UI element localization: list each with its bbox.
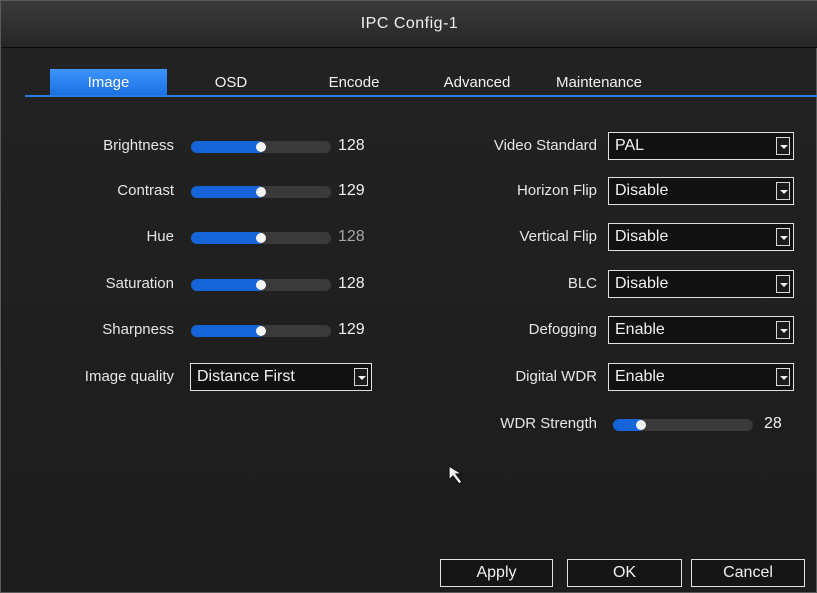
hue-slider[interactable] [191,232,331,244]
horizon-flip-value: Disable [615,182,669,199]
title-bar: IPC Config-1 [1,1,817,48]
blc-value: Disable [615,275,669,292]
vertical-flip-value: Disable [615,228,669,245]
contrast-label: Contrast [117,182,174,199]
apply-button[interactable]: Apply [440,559,553,587]
brightness-value: 128 [338,137,365,154]
cancel-button[interactable]: Cancel [691,559,805,587]
saturation-slider[interactable] [191,279,331,291]
tab-advanced[interactable]: Advanced [421,69,533,96]
wdr-strength-slider-knob[interactable] [636,420,646,430]
sharpness-value: 129 [338,321,365,338]
blc-label: BLC [567,275,597,292]
hue-slider-knob[interactable] [256,233,266,243]
digital-wdr-select[interactable]: Enable [608,363,794,391]
wdr-strength-label: WDR Strength [500,415,597,432]
tab-osd[interactable]: OSD [175,69,287,96]
brightness-label: Brightness [103,137,174,154]
sharpness-label: Sharpness [102,321,174,338]
horizon-flip-select[interactable]: Disable [608,177,794,205]
horizon-flip-label: Horizon Flip [516,182,597,199]
saturation-label: Saturation [105,275,174,292]
image-quality-value: Distance First [197,368,295,385]
sharpness-slider[interactable] [191,325,331,337]
wdr-strength-slider[interactable] [613,419,753,431]
defogging-value: Enable [615,321,665,338]
chevron-down-icon[interactable] [354,368,368,386]
digital-wdr-value: Enable [615,368,665,385]
window-title: IPC Config-1 [360,15,459,32]
hue-label: Hue [146,228,174,245]
video-standard-label: Video Standard [493,137,597,154]
config-dialog: IPC Config-1 Image OSD Encode Advanced M… [0,0,817,593]
vertical-flip-select[interactable]: Disable [608,223,794,251]
chevron-down-icon[interactable] [776,137,790,155]
ok-button[interactable]: OK [567,559,682,587]
mouse-pointer-icon [448,464,465,485]
chevron-down-icon[interactable] [776,368,790,386]
chevron-down-icon[interactable] [776,228,790,246]
blc-select[interactable]: Disable [608,270,794,298]
defogging-label: Defogging [528,321,597,338]
video-standard-value: PAL [615,137,645,154]
sharpness-slider-fill [191,325,261,337]
tab-maintenance[interactable]: Maintenance [537,69,661,96]
hue-slider-fill [191,232,261,244]
chevron-down-icon[interactable] [776,275,790,293]
saturation-slider-fill [191,279,261,291]
saturation-slider-knob[interactable] [256,280,266,290]
image-quality-select[interactable]: Distance First [190,363,372,391]
chevron-down-icon[interactable] [776,321,790,339]
saturation-value: 128 [338,275,365,292]
brightness-slider[interactable] [191,141,331,153]
contrast-slider-knob[interactable] [256,187,266,197]
chevron-down-icon[interactable] [776,182,790,200]
digital-wdr-label: Digital WDR [515,368,597,385]
contrast-slider-fill [191,186,261,198]
brightness-slider-knob[interactable] [256,142,266,152]
tab-underline [25,95,817,97]
video-standard-select[interactable]: PAL [608,132,794,160]
defogging-select[interactable]: Enable [608,316,794,344]
vertical-flip-label: Vertical Flip [519,228,597,245]
hue-value: 128 [338,228,365,245]
tab-image[interactable]: Image [50,69,167,96]
brightness-slider-fill [191,141,261,153]
tab-encode[interactable]: Encode [293,69,415,96]
sharpness-slider-knob[interactable] [256,326,266,336]
contrast-slider[interactable] [191,186,331,198]
image-quality-label: Image quality [84,368,174,385]
contrast-value: 129 [338,182,365,199]
wdr-strength-value: 28 [764,415,782,432]
